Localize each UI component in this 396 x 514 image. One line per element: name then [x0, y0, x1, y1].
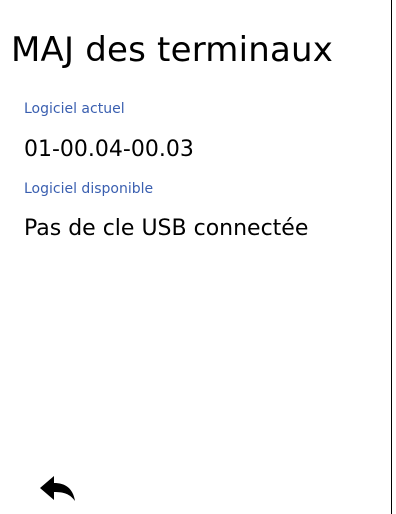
screen-right-border [391, 0, 392, 514]
current-software-label: Logiciel actuel [24, 101, 125, 117]
available-software-value: Pas de cle USB connectée [24, 216, 309, 241]
page-title: MAJ des terminaux [11, 30, 334, 70]
available-software-label: Logiciel disponible [24, 181, 154, 197]
reply-arrow-icon [40, 476, 75, 501]
current-software-value: 01-00.04-00.03 [24, 137, 194, 162]
back-button[interactable] [38, 472, 78, 506]
